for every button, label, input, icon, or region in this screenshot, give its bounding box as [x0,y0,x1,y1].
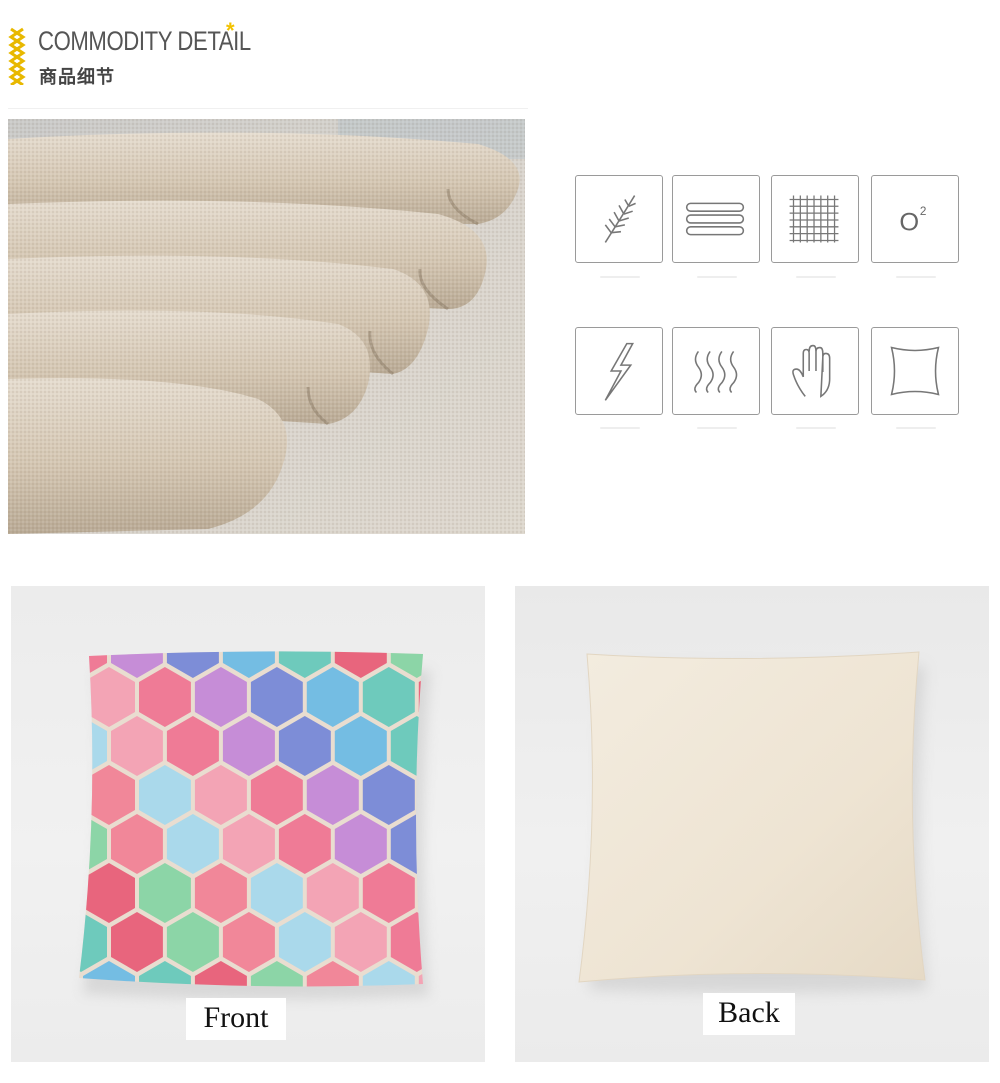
hexagon-tile [475,765,485,825]
hexagon-tile [111,1010,163,1062]
fabric-photo [8,119,525,534]
hexagon-tile [307,1059,359,1062]
hexagon-tile [251,586,303,629]
hexagon-tile [307,586,359,629]
hexagon-tile [27,765,79,825]
front-label: Front [186,998,286,1040]
hexagon-tile [447,1010,485,1062]
hexagon-tile [27,1059,79,1062]
hexagon-tile [27,863,79,923]
hexagon-tile [27,961,79,1021]
back-label: Back [703,993,795,1035]
section-title: COMMODITY DETAIL [38,26,251,56]
hexagon-tile [11,618,51,678]
hexagon-tile [475,586,485,629]
hexagon-tile [55,1010,107,1062]
divider [8,108,528,109]
hexagon-tile [447,912,485,972]
hexagon-tile [475,667,485,727]
woven-grid-icon [771,175,859,263]
hexagon-tile [447,716,485,776]
svg-text:O: O [899,209,919,237]
hexagon-tile [335,1010,387,1062]
hexagon-tile [11,716,51,776]
hexagon-tile [475,961,485,1021]
hand-icon [771,327,859,415]
feature-caption [600,427,640,429]
hexagon-tile [279,1010,331,1062]
layered-fabric-icon [672,175,760,263]
hexagon-tile [195,586,247,629]
hexagon-tile [27,667,79,727]
hexagon-tile [11,814,51,874]
feature-caption [896,276,936,278]
hexagon-tile [139,586,191,629]
title-star: * [226,18,235,43]
hexagon-tile [83,586,135,629]
lightning-icon [575,327,663,415]
back-pillow-image [515,586,989,1062]
hexagon-tile [419,1059,471,1062]
section-title-cn: 商品细节 [39,67,115,88]
feature-caption [697,427,737,429]
hexagon-tile [363,1059,415,1062]
hexagon-tile [11,1010,51,1062]
feature-caption [896,427,936,429]
hexagon-tile [475,863,485,923]
pillow-outline-icon [871,327,959,415]
feature-caption [697,276,737,278]
feature-caption [796,276,836,278]
feature-caption [796,427,836,429]
hexagon-tile [418,863,423,923]
hexagon-tile [447,814,485,874]
hexagon-tile [11,912,51,972]
hexagon-tile [27,586,79,629]
feature-caption [600,276,640,278]
oxygen-icon: O 2 [871,175,959,263]
hexagon-tile [195,1059,247,1062]
fern-leaf-icon [575,175,663,263]
hexagon-tile [83,1059,135,1062]
hexagon-tile [447,618,485,678]
hexagon-tile [419,586,471,629]
hexagon-tile [251,1059,303,1062]
svg-text:2: 2 [920,205,927,218]
hexagon-tile [475,1059,485,1062]
front-pillow-image [11,586,485,1062]
hexagon-tile [391,1010,443,1062]
hexagon-tile [418,765,423,825]
brand-logo-mark [8,27,26,87]
heat-waves-icon [672,327,760,415]
hexagon-tile [363,586,415,629]
hexagon-tile [139,1059,191,1062]
